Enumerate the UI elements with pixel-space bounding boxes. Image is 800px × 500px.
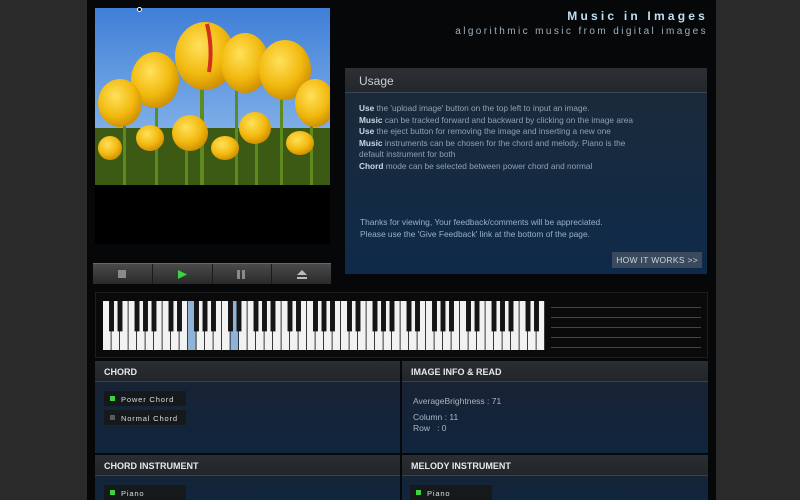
black-key[interactable]: [474, 301, 480, 332]
play-icon: [177, 269, 187, 279]
row-readout: Row : 0: [413, 423, 447, 433]
app-title: Music in Images: [567, 9, 708, 23]
how-it-works-button[interactable]: HOW IT WORKS >>: [612, 252, 702, 268]
melody-instrument-heading: MELODY INSTRUMENT: [402, 455, 708, 476]
black-key[interactable]: [202, 301, 208, 332]
usage-panel: Usage Use the 'upload image' button on t…: [345, 68, 707, 274]
black-key[interactable]: [313, 301, 318, 332]
staff-lines: [551, 303, 701, 349]
stop-icon: [118, 270, 127, 278]
black-key[interactable]: [287, 301, 293, 332]
option-label: Power Chord: [121, 395, 175, 404]
power-chord-option[interactable]: Power Chord: [104, 391, 186, 406]
black-key[interactable]: [330, 301, 335, 332]
black-key[interactable]: [432, 301, 437, 332]
black-key[interactable]: [491, 301, 497, 332]
black-key[interactable]: [253, 301, 259, 332]
chord-panel: CHORD Power Chord Normal Chord: [95, 361, 400, 453]
melody-instrument-option[interactable]: Piano: [410, 485, 492, 500]
pause-icon: [237, 269, 246, 279]
thanks-note: Thanks for viewing, Your feedback/commen…: [360, 216, 680, 240]
black-key[interactable]: [508, 301, 514, 332]
black-key[interactable]: [211, 301, 216, 332]
black-key[interactable]: [381, 301, 386, 332]
black-key[interactable]: [168, 301, 174, 332]
image-area[interactable]: [95, 8, 330, 244]
black-key[interactable]: [151, 301, 157, 332]
black-key[interactable]: [177, 301, 182, 332]
usage-instructions: Use the 'upload image' button on the top…: [345, 93, 645, 173]
image-info-panel: IMAGE INFO & READ AverageBrightness : 71…: [402, 361, 708, 453]
black-key[interactable]: [440, 301, 446, 332]
unselected-indicator-icon: [110, 415, 115, 420]
black-key[interactable]: [117, 301, 123, 332]
black-key[interactable]: [143, 301, 148, 332]
normal-chord-option[interactable]: Normal Chord: [104, 410, 186, 425]
usage-line: Chord mode can be selected between power…: [359, 160, 593, 171]
usage-line: Use the 'upload image' button on the top…: [359, 103, 590, 113]
black-key[interactable]: [355, 301, 361, 332]
thanks-line: Please use the 'Give Feedback' link at t…: [360, 229, 590, 239]
selected-indicator-icon: [110, 490, 115, 495]
melody-instrument-panel: MELODY INSTRUMENT Piano: [402, 455, 708, 500]
selected-indicator-icon: [416, 490, 421, 495]
black-key[interactable]: [109, 301, 114, 332]
black-key[interactable]: [372, 301, 378, 332]
black-key[interactable]: [321, 301, 327, 332]
chord-instrument-panel: CHORD INSTRUMENT Piano: [95, 455, 400, 500]
eject-button[interactable]: [272, 264, 331, 284]
piano-keyboard[interactable]: [103, 301, 545, 350]
black-key[interactable]: [406, 301, 412, 332]
black-key[interactable]: [236, 301, 242, 332]
black-key[interactable]: [415, 301, 420, 332]
uploaded-image[interactable]: [95, 8, 330, 185]
image-info-heading: IMAGE INFO & READ: [402, 361, 708, 382]
black-key[interactable]: [270, 301, 276, 332]
transport-bar: [93, 263, 331, 284]
eject-icon: [296, 269, 307, 279]
black-key[interactable]: [134, 301, 140, 332]
usage-heading: Usage: [345, 68, 707, 93]
usage-line: Music can be tracked forward and backwar…: [359, 114, 633, 125]
left-margin: [0, 0, 87, 500]
black-key[interactable]: [194, 301, 199, 332]
option-label: Normal Chord: [121, 414, 178, 423]
stop-button[interactable]: [93, 264, 153, 284]
app-subtitle: algorithmic music from digital images: [455, 26, 708, 37]
selected-indicator-icon: [110, 396, 115, 401]
pause-button[interactable]: [213, 264, 273, 284]
right-margin: [716, 0, 800, 500]
chord-instrument-option[interactable]: Piano: [104, 485, 186, 500]
black-key[interactable]: [347, 301, 352, 332]
black-key[interactable]: [262, 301, 267, 332]
black-key[interactable]: [296, 301, 301, 332]
black-key[interactable]: [228, 301, 233, 332]
thanks-line: Thanks for viewing, Your feedback/commen…: [360, 217, 603, 227]
column-readout: Column : 11: [413, 412, 459, 422]
chord-heading: CHORD: [95, 361, 400, 382]
black-key[interactable]: [525, 301, 531, 332]
black-key[interactable]: [500, 301, 505, 332]
black-key[interactable]: [534, 301, 539, 332]
option-label: Piano: [427, 489, 451, 498]
black-key[interactable]: [466, 301, 471, 332]
average-brightness: AverageBrightness : 71: [413, 396, 502, 406]
play-button[interactable]: [153, 264, 213, 284]
usage-line: Use the eject button for removing the im…: [359, 126, 611, 137]
cursor-marker: [137, 7, 142, 12]
option-label: Piano: [121, 489, 145, 498]
chord-instrument-heading: CHORD INSTRUMENT: [95, 455, 400, 476]
usage-line: Music instruments can be chosen for the …: [359, 137, 626, 160]
black-key[interactable]: [389, 301, 395, 332]
black-key[interactable]: [449, 301, 454, 332]
keyboard-panel: [95, 292, 708, 358]
